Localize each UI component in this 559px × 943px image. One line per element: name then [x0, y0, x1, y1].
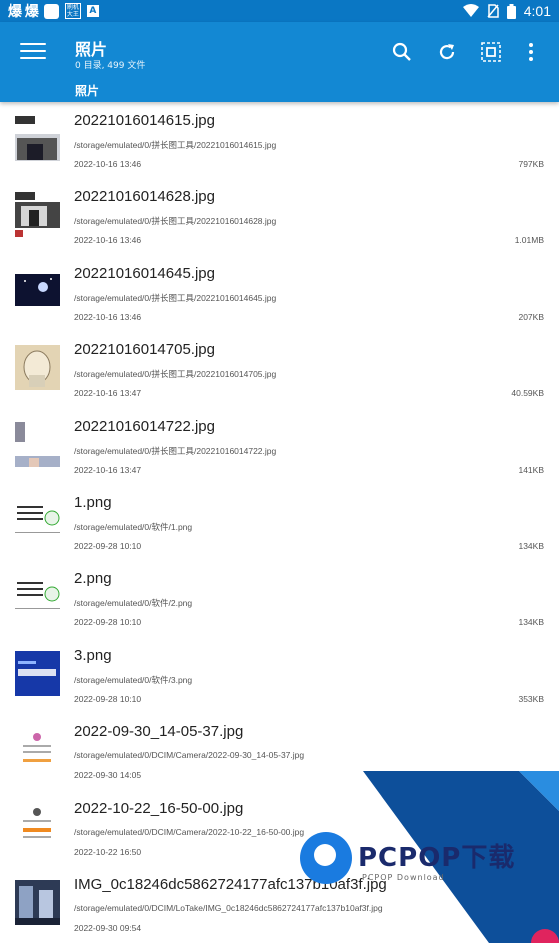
- file-name: 20221016014645.jpg: [74, 264, 215, 282]
- menu-icon[interactable]: [16, 38, 50, 68]
- file-name: 1.png: [74, 493, 112, 511]
- file-size: 207KB: [518, 311, 544, 322]
- list-item[interactable]: 2022-10-22_16-50-00.jpg /storage/emulate…: [0, 790, 559, 866]
- file-path: /storage/emulated/0/拼长图工具/20221016014705…: [74, 369, 277, 380]
- no-sim-icon: [487, 4, 499, 18]
- file-path: /storage/emulated/0/软件/2.png: [74, 598, 193, 609]
- list-item[interactable]: 2022-09-30_14-05-37.jpg /storage/emulate…: [0, 713, 559, 789]
- file-name: 2022-09-30_14-05-37.jpg: [74, 723, 244, 741]
- file-name: 20221016014705.jpg: [74, 341, 215, 359]
- profile-page-icon: [15, 727, 60, 773]
- file-date: 2022-10-22 16:50: [74, 846, 142, 857]
- list-item[interactable]: 3.png /storage/emulated/0/软件/3.png 2022-…: [0, 637, 559, 713]
- file-date: 2022-10-16 13:46: [74, 311, 142, 322]
- file-size: 134KB: [518, 540, 544, 551]
- file-size: 1.01MB: [514, 235, 544, 246]
- list-item[interactable]: 20221016014615.jpg /storage/emulated/0/拼…: [0, 102, 559, 178]
- select-all-icon[interactable]: [479, 40, 503, 64]
- list-item[interactable]: 20221016014645.jpg /storage/emulated/0/拼…: [0, 255, 559, 331]
- qr-document-icon: [15, 497, 60, 543]
- file-date: 2022-10-16 13:46: [74, 235, 142, 246]
- anime-poster-icon: [15, 879, 60, 925]
- file-date: 2022-09-28 10:10: [74, 693, 142, 704]
- file-path: /storage/emulated/0/DCIM/LoTake/IMG_0c18…: [74, 902, 383, 913]
- photo-collage-icon: [15, 192, 60, 238]
- file-date: 2022-09-30 09:54: [74, 922, 142, 933]
- file-path: /storage/emulated/0/拼长图工具/20221016014628…: [74, 216, 277, 227]
- blue-banner-icon: [15, 650, 60, 696]
- wifi-icon: [462, 4, 479, 17]
- file-name: 2.png: [74, 570, 112, 588]
- file-size: 141KB: [518, 464, 544, 475]
- file-name: 2022-10-22_16-50-00.jpg: [74, 799, 244, 817]
- notification-app-icon: 刷机 大王: [64, 3, 81, 19]
- file-name: 20221016014615.jpg: [74, 112, 215, 129]
- list-item[interactable]: 20221016014628.jpg /storage/emulated/0/拼…: [0, 178, 559, 254]
- file-date: 2022-09-30 14:05: [74, 770, 142, 781]
- file-name: IMG_0c18246dc5862724177afc137b10af3f.jpg: [74, 875, 387, 893]
- list-item[interactable]: 20221016014722.jpg /storage/emulated/0/拼…: [0, 408, 559, 484]
- file-size: 40.59KB: [511, 388, 544, 399]
- file-list: 20221016014615.jpg /storage/emulated/0/拼…: [0, 102, 559, 942]
- file-name: 20221016014628.jpg: [74, 188, 215, 206]
- search-icon[interactable]: [390, 40, 414, 64]
- anime-photo-icon: [15, 421, 60, 467]
- file-path: /storage/emulated/0/DCIM/Camera/2022-09-…: [74, 750, 305, 761]
- file-path: /storage/emulated/0/拼长图工具/20221016014722…: [74, 445, 277, 456]
- profile-page-icon: [15, 803, 60, 849]
- list-item[interactable]: 2.png /storage/emulated/0/软件/2.png 2022-…: [0, 560, 559, 636]
- file-date: 2022-10-16 13:47: [74, 464, 142, 475]
- file-date: 2022-09-28 10:10: [74, 540, 142, 551]
- qr-document-icon: [15, 574, 60, 620]
- file-date: 2022-09-28 10:10: [74, 617, 142, 628]
- status-bar: 爆 爆 刷机 大王 A 4:01: [0, 0, 559, 22]
- battery-icon: [506, 3, 516, 19]
- file-path: /storage/emulated/0/软件/1.png: [74, 521, 193, 532]
- notification-icon: [43, 3, 59, 19]
- status-app-icons: 爆 爆: [8, 4, 39, 20]
- file-name: 3.png: [74, 646, 112, 664]
- refresh-icon[interactable]: [435, 40, 459, 64]
- file-size: 353KB: [518, 693, 544, 704]
- breadcrumb[interactable]: 照片: [75, 82, 99, 99]
- file-count: 0 目录, 499 文件: [75, 61, 146, 71]
- clock: 4:01: [523, 3, 551, 19]
- file-path: /storage/emulated/0/软件/3.png: [74, 674, 193, 685]
- file-size: KB: [532, 770, 544, 781]
- app-bar: 照片 0 目录, 499 文件 照片: [0, 22, 559, 102]
- list-item[interactable]: IMG_0c18246dc5862724177afc137b10af3f.jpg…: [0, 866, 559, 942]
- file-path: /storage/emulated/0/拼长图工具/20221016014615…: [74, 140, 277, 150]
- file-name: 20221016014722.jpg: [74, 417, 215, 435]
- file-path: /storage/emulated/0/DCIM/Camera/2022-10-…: [74, 826, 305, 837]
- photo-collage-icon: [15, 116, 60, 161]
- file-size: 797KB: [518, 159, 544, 169]
- file-path: /storage/emulated/0/拼长图工具/20221016014645…: [74, 292, 277, 303]
- list-item[interactable]: 20221016014705.jpg /storage/emulated/0/拼…: [0, 331, 559, 407]
- night-sky-photo-icon: [15, 268, 60, 314]
- portrait-sketch-icon: [15, 345, 60, 391]
- page-title: 照片: [75, 40, 108, 59]
- more-options-icon[interactable]: [519, 40, 543, 64]
- file-date: 2022-10-16 13:47: [74, 388, 142, 399]
- file-size: 134KB: [518, 617, 544, 628]
- a-badge-icon: A: [86, 5, 99, 17]
- list-item[interactable]: 1.png /storage/emulated/0/软件/1.png 2022-…: [0, 484, 559, 560]
- file-date: 2022-10-16 13:46: [74, 159, 142, 169]
